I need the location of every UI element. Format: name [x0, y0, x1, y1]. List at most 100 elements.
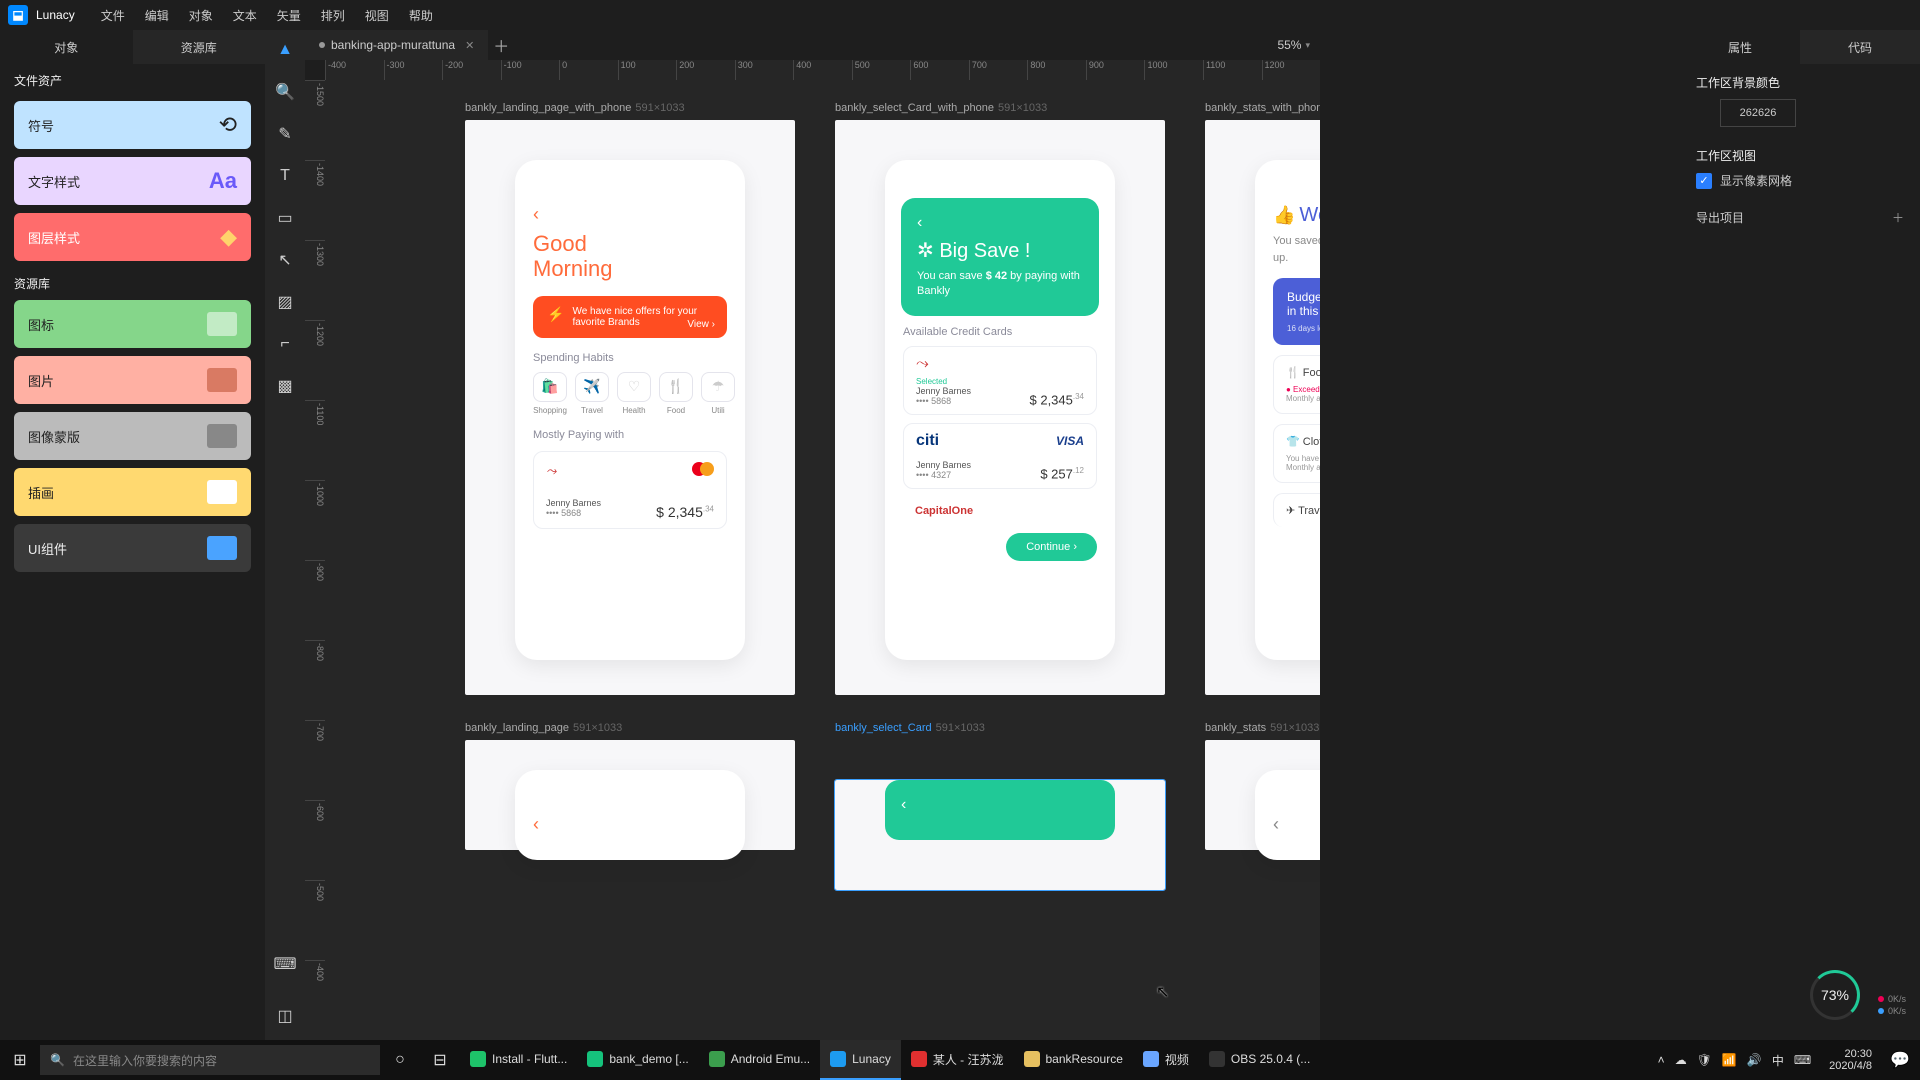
back-icon: ‹: [917, 214, 1083, 232]
tool-crop[interactable]: ⌐: [271, 330, 299, 358]
artboard[interactable]: bankly_stats_with_phone591×1033 👍Well Do…: [1205, 120, 1320, 710]
tool-rect[interactable]: ▭: [271, 204, 299, 232]
lib-masked[interactable]: 图像蒙版: [14, 412, 251, 460]
lib-photos[interactable]: 图片: [14, 356, 251, 404]
right-tab-code[interactable]: 代码: [1800, 30, 1920, 64]
credit-card: citiVISA Jenny Barnes•••• 4327 $ 257.12: [903, 423, 1097, 489]
back-icon: ‹: [1273, 814, 1320, 835]
menu-vector[interactable]: 矢量: [267, 7, 311, 24]
thumb-icon: [207, 368, 237, 392]
lib-illust[interactable]: 插画: [14, 468, 251, 516]
left-tab-objects[interactable]: 对象: [0, 30, 133, 64]
artboard-selected[interactable]: bankly_select_Card591×1033 ‹: [835, 740, 1165, 940]
add-tab[interactable]: ＋: [488, 33, 514, 57]
canvas[interactable]: bankly_landing_page_with_phone591×1033 ‹…: [325, 80, 1320, 1040]
taskbar-app[interactable]: 某人 - 汪苏泷: [901, 1040, 1014, 1080]
taskbar-app[interactable]: Install - Flutt...: [460, 1040, 577, 1080]
tab-close-icon[interactable]: ✕: [465, 39, 474, 52]
bank-logo: CapitalOne: [915, 505, 973, 517]
export-section[interactable]: 导出项目＋: [1680, 199, 1920, 236]
layerstyle-icon: ◆: [220, 224, 237, 250]
menu-object[interactable]: 对象: [179, 7, 223, 24]
credit-card: ⤳ Jenny Barnes •••• 5868 $ 2,345.34: [533, 451, 727, 529]
back-icon: ‹: [901, 796, 1099, 814]
tray-onedrive-icon[interactable]: ☁: [1675, 1053, 1687, 1067]
menu-view[interactable]: 视图: [355, 7, 399, 24]
menu-text[interactable]: 文本: [223, 7, 267, 24]
taskbar-app[interactable]: bank_demo [...: [577, 1040, 698, 1080]
start-button[interactable]: ⊞: [0, 1050, 40, 1070]
menu-file[interactable]: 文件: [91, 7, 135, 24]
menu-help[interactable]: 帮助: [399, 7, 443, 24]
taskbar-app[interactable]: Lunacy: [820, 1040, 901, 1080]
artboard[interactable]: bankly_stats591×1033 ‹: [1205, 740, 1320, 940]
phone-mock-landing: ‹ GoodMorning ⚡We have nice offers for y…: [515, 160, 745, 660]
stat-row: 🍴 Food & Beverage● Exceed $ 45Monthly av…: [1273, 355, 1320, 414]
cortana-icon[interactable]: ○: [380, 1051, 420, 1069]
tool-zoom[interactable]: 🔍: [271, 78, 299, 106]
app-name: Lunacy: [36, 8, 75, 22]
lib-icons[interactable]: 图标: [14, 300, 251, 348]
notifications-icon[interactable]: 💬: [1880, 1050, 1920, 1070]
bg-color-input[interactable]: 262626: [1720, 99, 1796, 127]
tool-qr[interactable]: ▩: [271, 372, 299, 400]
tool-pen[interactable]: ✎: [271, 120, 299, 148]
back-icon: ‹: [533, 204, 727, 225]
document-tab[interactable]: banking-app-murattuna ✕: [305, 30, 488, 60]
asset-text-styles[interactable]: 文字样式Aa: [14, 157, 251, 205]
taskview-icon[interactable]: ⊟: [420, 1050, 460, 1070]
tool-panel[interactable]: ◫: [271, 1002, 299, 1030]
taskbar-search[interactable]: 🔍 在这里输入你要搜索的内容: [40, 1045, 380, 1075]
bg-color-title: 工作区背景颜色: [1696, 74, 1904, 91]
tray-net-icon[interactable]: 📶: [1722, 1053, 1737, 1067]
net-speed: 0K/s0K/s: [1878, 993, 1906, 1018]
menu-edit[interactable]: 编辑: [135, 7, 179, 24]
zoom-level[interactable]: 55%: [1230, 30, 1320, 60]
tool-select[interactable]: ▲: [271, 36, 299, 64]
app-logo: ⬓: [8, 5, 28, 25]
pixel-grid-checkbox[interactable]: ✓显示像素网格: [1696, 172, 1904, 189]
asset-layer-styles[interactable]: 图层样式◆: [14, 213, 251, 261]
offer-icon: ⚡: [547, 306, 564, 323]
back-icon: ‹: [533, 814, 727, 835]
menu-arrange[interactable]: 排列: [311, 7, 355, 24]
lib-uikits[interactable]: UI组件: [14, 524, 251, 572]
thumb-icon: [207, 480, 237, 504]
budget-card: Budgetin this Month16 days left to compl…: [1273, 278, 1320, 345]
artboard[interactable]: bankly_select_Card_with_phone591×1033 ‹ …: [835, 120, 1165, 710]
system-tray[interactable]: ˄ ☁ 🛡 📶 🔊 中 ⌨: [1658, 1052, 1822, 1069]
tray-kb-icon[interactable]: ⌨: [1794, 1053, 1811, 1067]
artboard[interactable]: bankly_landing_page591×1033 ‹: [465, 740, 795, 940]
artboard[interactable]: bankly_landing_page_with_phone591×1033 ‹…: [465, 120, 795, 710]
stat-row: ✈ Travel: [1273, 493, 1320, 527]
tray-vol-icon[interactable]: 🔊: [1747, 1053, 1762, 1067]
taskbar-app[interactable]: OBS 25.0.4 (...: [1199, 1040, 1320, 1080]
taskbar-app[interactable]: bankResource: [1014, 1040, 1133, 1080]
tool-keyboard[interactable]: ⌨: [271, 950, 299, 978]
thumb-icon: [207, 312, 237, 336]
taskbar-app[interactable]: Android Emu...: [699, 1040, 820, 1080]
right-tab-props[interactable]: 属性: [1680, 30, 1800, 64]
tool-image[interactable]: ▨: [271, 288, 299, 316]
perf-gauge: 73%: [1810, 970, 1860, 1020]
taskbar-clock[interactable]: 20:302020/4/8: [1821, 1048, 1880, 1072]
asset-symbols[interactable]: 符号⟲: [14, 101, 251, 149]
continue-button: Continue ›: [1006, 533, 1097, 561]
phone-mock-stats: 👍Well Done ! You saved $ 200 in this wee…: [1255, 160, 1320, 660]
bank-logo: ⤳: [546, 463, 556, 478]
plus-icon[interactable]: ＋: [1892, 209, 1904, 226]
ruler-vertical: -1500-1400-1300-1200-1100-1000-900-800-7…: [305, 80, 325, 1040]
taskbar-app[interactable]: 视频: [1133, 1040, 1199, 1080]
tool-move[interactable]: ↖: [271, 246, 299, 274]
tray-ime-icon[interactable]: 中: [1772, 1052, 1784, 1069]
tray-shield-icon[interactable]: 🛡: [1697, 1053, 1712, 1067]
dirty-indicator: [319, 42, 325, 48]
left-tab-assets[interactable]: 资源库: [133, 30, 266, 64]
visa-icon: VISA: [1056, 434, 1084, 448]
tray-up-icon[interactable]: ˄: [1658, 1053, 1665, 1067]
tool-text[interactable]: T: [271, 162, 299, 190]
mastercard-icon: [692, 462, 714, 481]
toolbar: ▲ 🔍 ✎ T ▭ ↖ ▨ ⌐ ▩ ⌨ ◫: [265, 30, 305, 1040]
thumb-icon: [207, 536, 237, 560]
right-panel: 属性 代码 工作区背景颜色 262626 工作区视图 ✓显示像素网格 导出项目＋: [1320, 30, 1920, 1040]
